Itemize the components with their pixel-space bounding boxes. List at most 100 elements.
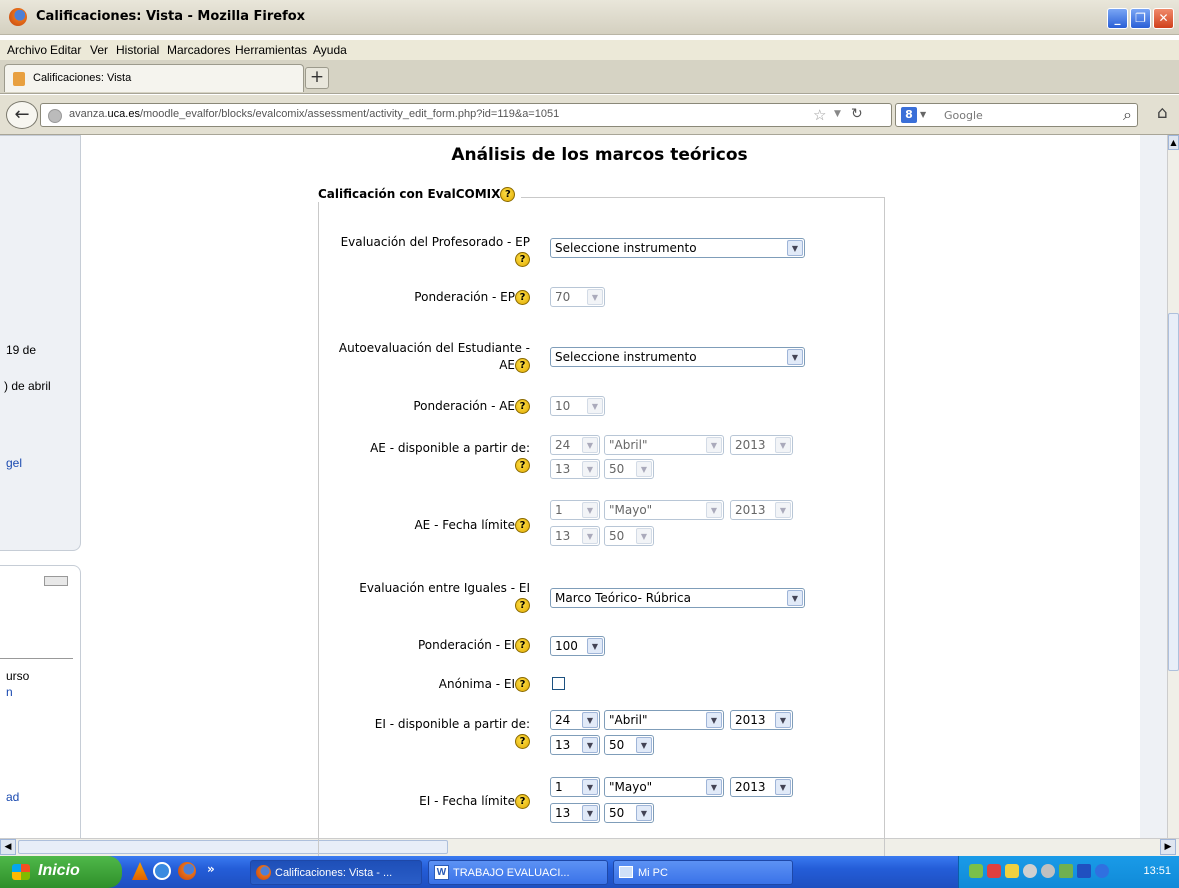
ei-avail-month-select[interactable]: "Abril" ▼: [604, 710, 724, 730]
ei-avail-hour-select[interactable]: 13 ▼: [550, 735, 600, 755]
ei-deadline-minute-select[interactable]: 50 ▼: [604, 803, 654, 823]
new-tab-button[interactable]: +: [305, 67, 329, 89]
scroll-left-icon[interactable]: ◀: [0, 839, 16, 855]
firefox-quicklaunch-icon[interactable]: [178, 862, 196, 880]
ae-instrument-select[interactable]: Seleccione instrumento ▼: [550, 347, 805, 367]
taskbar-firefox[interactable]: Calificaciones: Vista - ...: [250, 860, 422, 885]
close-button[interactable]: ✕: [1153, 8, 1174, 29]
collapse-block-icon[interactable]: [44, 576, 68, 586]
ei-weight-select[interactable]: 100 ▼: [550, 636, 605, 656]
tab-calificaciones[interactable]: Calificaciones: Vista: [4, 64, 304, 92]
help-icon[interactable]: ?: [515, 638, 530, 653]
chevron-down-icon: ▼: [582, 528, 598, 544]
sidebar-link-2[interactable]: n: [6, 685, 13, 699]
chevron-down-icon: ▼: [582, 779, 598, 795]
google-icon[interactable]: 8: [901, 107, 917, 123]
moodle-favicon-icon: [13, 72, 25, 86]
ei-avail-minute-select[interactable]: 50 ▼: [604, 735, 654, 755]
menu-historial[interactable]: Historial: [116, 43, 159, 57]
help-icon[interactable]: ?: [515, 458, 530, 473]
tray-bluetooth-icon[interactable]: [1095, 864, 1109, 878]
menu-ayuda[interactable]: Ayuda: [313, 43, 347, 57]
ae-weight-select[interactable]: 10 ▼: [550, 396, 605, 416]
ei-anonymous-checkbox[interactable]: [552, 677, 565, 690]
ei-deadline-year-select[interactable]: 2013 ▼: [730, 777, 793, 797]
computer-icon: [619, 866, 633, 878]
clock[interactable]: 13:51: [1143, 865, 1171, 877]
chevron-down-icon: ▼: [636, 461, 652, 477]
ae-deadline-hour-select[interactable]: 13 ▼: [550, 526, 600, 546]
chevron-down-icon: ▼: [582, 461, 598, 477]
ae-deadline-year-select[interactable]: 2013 ▼: [730, 500, 793, 520]
minimize-button[interactable]: _: [1107, 8, 1128, 29]
chevron-down-icon: ▼: [706, 502, 722, 518]
ei-avail-year-select[interactable]: 2013 ▼: [730, 710, 793, 730]
help-icon[interactable]: ?: [515, 358, 530, 373]
help-icon[interactable]: ?: [515, 598, 530, 613]
tray-sync-icon[interactable]: [1059, 864, 1073, 878]
tray-antivirus-icon[interactable]: [987, 864, 1001, 878]
scroll-thumb[interactable]: [1168, 313, 1179, 671]
ie-icon[interactable]: [153, 862, 171, 880]
taskbar-task-label: Mi PC: [638, 867, 668, 879]
url-dropdown-icon[interactable]: ▼: [834, 109, 841, 119]
scroll-right-icon[interactable]: ▶: [1160, 839, 1176, 855]
left-block-panel: 19 de ) de abril gel: [0, 135, 81, 551]
ae-deadline-minute-select[interactable]: 50 ▼: [604, 526, 654, 546]
sidebar-link[interactable]: gel: [6, 456, 22, 470]
tray-display-icon[interactable]: [1077, 864, 1091, 878]
quicklaunch-more-icon[interactable]: »: [207, 862, 215, 876]
chevron-down-icon: ▼: [775, 779, 791, 795]
tray-volume-icon[interactable]: [1023, 864, 1037, 878]
ae-deadline-month-select[interactable]: "Mayo" ▼: [604, 500, 724, 520]
help-icon[interactable]: ?: [515, 734, 530, 749]
ep-instrument-select[interactable]: Seleccione instrumento ▼: [550, 238, 805, 258]
window-titlebar[interactable]: Calificaciones: Vista - Mozilla Firefox …: [0, 0, 1179, 35]
taskbar-word[interactable]: W TRABAJO EVALUACI...: [428, 860, 608, 885]
help-icon[interactable]: ?: [515, 518, 530, 533]
tray-update-icon[interactable]: [1041, 864, 1055, 878]
ae-avail-minute-select[interactable]: 50 ▼: [604, 459, 654, 479]
search-engine-dropdown-icon[interactable]: ▼: [920, 110, 926, 119]
search-input[interactable]: 8 ▼ Google: [895, 103, 1138, 127]
help-icon[interactable]: ?: [515, 399, 530, 414]
tray-network-icon[interactable]: [1005, 864, 1019, 878]
help-icon[interactable]: ?: [515, 290, 530, 305]
taskbar-mypc[interactable]: Mi PC: [613, 860, 793, 885]
ae-deadline-day-select[interactable]: 1 ▼: [550, 500, 600, 520]
menu-herramientas[interactable]: Herramientas: [235, 43, 307, 57]
help-icon[interactable]: ?: [515, 677, 530, 692]
ei-deadline-day-select[interactable]: 1 ▼: [550, 777, 600, 797]
help-icon[interactable]: ?: [515, 252, 530, 267]
home-icon[interactable]: ⌂: [1157, 103, 1168, 123]
url-bar[interactable]: avanza.uca.es/moodle_evalfor/blocks/eval…: [40, 103, 892, 127]
search-icon[interactable]: ⌕: [1123, 105, 1132, 125]
menu-ver[interactable]: Ver: [90, 43, 108, 57]
menu-archivo[interactable]: Archivo: [7, 43, 47, 57]
reload-icon[interactable]: ↻: [851, 106, 863, 122]
fieldset-legend: Calificación con EvalCOMIX?: [318, 187, 522, 202]
tray-app-icon[interactable]: [969, 864, 983, 878]
menu-marcadores[interactable]: Marcadores: [167, 43, 230, 57]
ei-deadline-month-select[interactable]: "Mayo" ▼: [604, 777, 724, 797]
ae-avail-month-select[interactable]: "Abril" ▼: [604, 435, 724, 455]
help-icon[interactable]: ?: [515, 794, 530, 809]
menu-editar[interactable]: Editar: [50, 43, 81, 57]
ei-avail-day-select[interactable]: 24 ▼: [550, 710, 600, 730]
maximize-button[interactable]: ❐: [1130, 8, 1151, 29]
sidebar-link-3[interactable]: ad: [6, 790, 19, 804]
bookmark-star-icon[interactable]: ☆: [813, 106, 826, 124]
back-button[interactable]: ←: [6, 101, 38, 129]
word-icon: W: [434, 865, 449, 880]
help-icon[interactable]: ?: [500, 187, 516, 202]
ep-weight-select[interactable]: 70 ▼: [550, 287, 605, 307]
ei-instrument-select[interactable]: Marco Teórico- Rúbrica ▼: [550, 588, 805, 608]
ae-avail-hour-select[interactable]: 13 ▼: [550, 459, 600, 479]
ei-deadline-hour-select[interactable]: 13 ▼: [550, 803, 600, 823]
chevron-down-icon: ▼: [787, 349, 803, 365]
firefox-icon: [256, 865, 271, 880]
ae-avail-year-select[interactable]: 2013 ▼: [730, 435, 793, 455]
vertical-scrollbar[interactable]: ▲: [1167, 135, 1179, 843]
start-button[interactable]: Inicio: [0, 856, 122, 888]
ae-avail-day-select[interactable]: 24 ▼: [550, 435, 600, 455]
